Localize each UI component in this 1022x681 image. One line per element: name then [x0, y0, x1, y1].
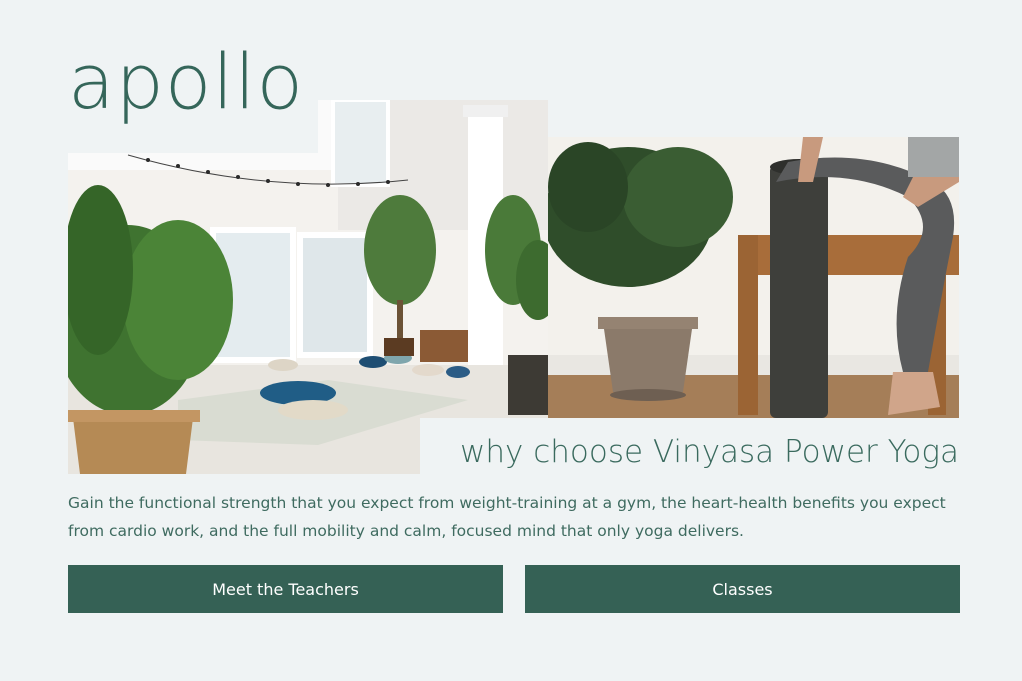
- page-headline: why choose Vinyasa Power Yoga: [460, 434, 959, 470]
- yoga-mat-photo: [548, 137, 959, 418]
- logo[interactable]: apollo: [68, 44, 304, 120]
- meet-the-teachers-button[interactable]: Meet the Teachers: [68, 565, 503, 613]
- intro-paragraph: Gain the functional strength that you ex…: [68, 494, 946, 540]
- classes-button[interactable]: Classes: [525, 565, 960, 613]
